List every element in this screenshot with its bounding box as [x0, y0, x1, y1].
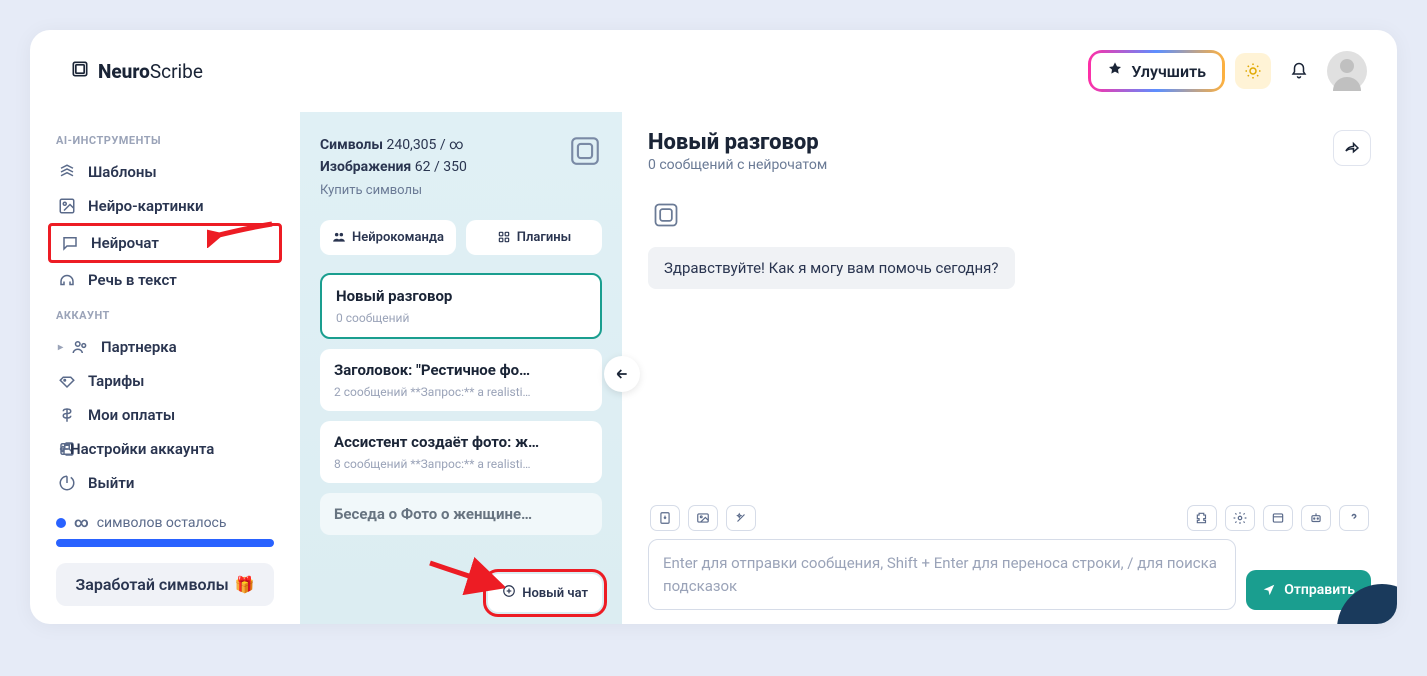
sidebar-footer: ∞ символов осталось Заработай символы 🎁	[48, 507, 282, 614]
conversation-title: Новый разговор	[336, 287, 586, 305]
sidebar-item-label: Партнерка	[101, 338, 177, 356]
sidebar-item-label: Шаблоны	[88, 163, 157, 181]
composer-toolbar	[648, 505, 1371, 539]
settings-button[interactable]	[1225, 505, 1255, 531]
conversation-item[interactable]: Новый разговор 0 сообщений	[320, 273, 602, 339]
attach-image-button[interactable]	[688, 505, 718, 531]
extension-button[interactable]	[1187, 505, 1217, 531]
logo[interactable]: NeuroScribe	[70, 59, 203, 83]
new-chat-button[interactable]: Новый чат	[488, 574, 602, 612]
chat-main: Новый разговор 0 сообщений с нейрочатом …	[622, 112, 1397, 624]
conversation-title: Беседа о Фото о женщине…	[334, 505, 588, 523]
templates-button[interactable]	[1263, 505, 1293, 531]
help-button[interactable]	[1339, 505, 1369, 531]
attach-file-button[interactable]	[650, 505, 680, 531]
sidebar-section-ai: AI-ИНСТРУМЕНТЫ	[48, 122, 282, 155]
status-dot-icon	[56, 518, 66, 528]
symbols-count: ∞	[74, 515, 89, 531]
sidebar-item-settings[interactable]: Настройки аккаунта	[48, 432, 282, 466]
header-actions: Улучшить	[1088, 50, 1367, 92]
conversation-title: Заголовок: "Рестичное фо…	[334, 361, 588, 379]
sidebar-item-neurochat[interactable]: Нейрочат	[48, 223, 282, 263]
sidebar-item-images[interactable]: Нейро-картинки	[48, 189, 282, 223]
logo-icon	[70, 59, 90, 83]
symbols-remaining: ∞ символов осталось	[56, 515, 274, 531]
input-row: Enter для отправки сообщения, Shift + En…	[648, 539, 1371, 610]
upgrade-button-wrap: Улучшить	[1088, 50, 1225, 92]
notifications-button[interactable]	[1281, 53, 1317, 89]
sidebar-item-label: Нейро-картинки	[88, 197, 204, 215]
sidebar-item-partner[interactable]: ▸ Партнерка	[48, 330, 282, 364]
sidebar-item-templates[interactable]: Шаблоны	[48, 155, 282, 189]
chat-messages: Здравствуйте! Как я могу вам помочь сего…	[648, 173, 1371, 505]
logo-text: NeuroScribe	[98, 60, 203, 83]
chat-subtitle: 0 сообщений с нейрочатом	[648, 157, 827, 173]
panel-stats-row: Символы 240,305 / ∞ Изображения 62 / 350…	[320, 134, 602, 202]
conversation-item[interactable]: Заголовок: "Рестичное фо… 2 сообщений **…	[320, 349, 602, 411]
tab-plugins[interactable]: Плагины	[466, 220, 602, 255]
conversation-subtitle: 8 сообщений **Запрос:** a realisti…	[334, 457, 588, 471]
sidebar: AI-ИНСТРУМЕНТЫ Шаблоны Нейро-картинки Не…	[30, 112, 300, 624]
stat-symbols-value: 240,305 / ∞	[386, 137, 463, 153]
new-chat-label: Новый чат	[522, 586, 588, 601]
share-button[interactable]	[1333, 130, 1371, 166]
sidebar-item-label: Настройки аккаунта	[70, 440, 214, 458]
message-input[interactable]: Enter для отправки сообщения, Shift + En…	[648, 539, 1236, 610]
sidebar-item-label: Нейрочат	[91, 234, 159, 252]
sidebar-item-label: Мои оплаты	[88, 406, 175, 424]
conversation-subtitle: 2 сообщений **Запрос:** a realisti…	[334, 385, 588, 399]
tab-neuroteam[interactable]: Нейрокоманда	[320, 220, 456, 255]
tab-label: Плагины	[517, 230, 571, 245]
composer: Enter для отправки сообщения, Shift + En…	[648, 505, 1371, 610]
avatar[interactable]	[1327, 51, 1367, 91]
chat-header: Новый разговор 0 сообщений с нейрочатом	[648, 130, 1371, 173]
upgrade-button[interactable]: Улучшить	[1091, 53, 1222, 89]
sidebar-item-tariffs[interactable]: Тарифы	[48, 364, 282, 398]
stat-symbols-label: Символы	[320, 137, 383, 153]
panel-logo-icon	[568, 134, 602, 202]
sidebar-item-label: Речь в текст	[88, 271, 177, 289]
collapse-panel-button[interactable]	[604, 356, 640, 392]
sidebar-item-speech[interactable]: Речь в текст	[48, 263, 282, 297]
send-label: Отправить	[1284, 582, 1355, 598]
sidebar-section-account: АККАУНТ	[48, 297, 282, 330]
earn-label: Заработай символы	[75, 575, 228, 594]
panel-tabs: Нейрокоманда Плагины	[320, 220, 602, 255]
rocket-icon	[1107, 61, 1123, 81]
symbols-progress	[56, 539, 274, 547]
sidebar-item-payments[interactable]: Мои оплаты	[48, 398, 282, 432]
chat-title: Новый разговор	[648, 130, 827, 155]
stat-images-value: 62 / 350	[415, 159, 467, 175]
theme-toggle[interactable]	[1235, 53, 1271, 89]
upgrade-label: Улучшить	[1131, 62, 1206, 81]
panel-stats: Символы 240,305 / ∞ Изображения 62 / 350…	[320, 134, 467, 202]
conversation-list: Новый разговор 0 сообщений Заголовок: "Р…	[320, 273, 602, 535]
app-window: NeuroScribe Улучшить	[30, 30, 1397, 624]
tab-label: Нейрокоманда	[352, 230, 444, 245]
bot-message: Здравствуйте! Как я могу вам помочь сего…	[648, 247, 1015, 289]
conversation-item[interactable]: Ассистент создаёт фото: ж… 8 сообщений *…	[320, 421, 602, 483]
bot-button[interactable]	[1301, 505, 1331, 531]
conversation-title: Ассистент создаёт фото: ж…	[334, 433, 588, 451]
sidebar-item-logout[interactable]: Выйти	[48, 466, 282, 500]
conversation-panel: Символы 240,305 / ∞ Изображения 62 / 350…	[300, 112, 622, 624]
stat-images-label: Изображения	[320, 159, 411, 175]
header: NeuroScribe Улучшить	[30, 30, 1397, 112]
body: AI-ИНСТРУМЕНТЫ Шаблоны Нейро-картинки Не…	[30, 112, 1397, 624]
conversation-subtitle: 0 сообщений	[336, 311, 586, 325]
sidebar-item-label: Выйти	[88, 474, 134, 492]
sidebar-item-label: Тарифы	[88, 372, 144, 390]
chevron-right-icon: ▸	[58, 342, 63, 353]
earn-symbols-button[interactable]: Заработай символы 🎁	[56, 563, 274, 606]
bot-avatar-icon	[652, 201, 1371, 233]
magic-button[interactable]	[726, 505, 756, 531]
plus-circle-icon	[502, 584, 516, 602]
gift-icon: 🎁	[235, 575, 255, 594]
buy-symbols-link[interactable]: Купить символы	[320, 181, 467, 202]
conversation-item[interactable]: Беседа о Фото о женщине…	[320, 493, 602, 535]
symbols-label: символов осталось	[97, 515, 227, 531]
